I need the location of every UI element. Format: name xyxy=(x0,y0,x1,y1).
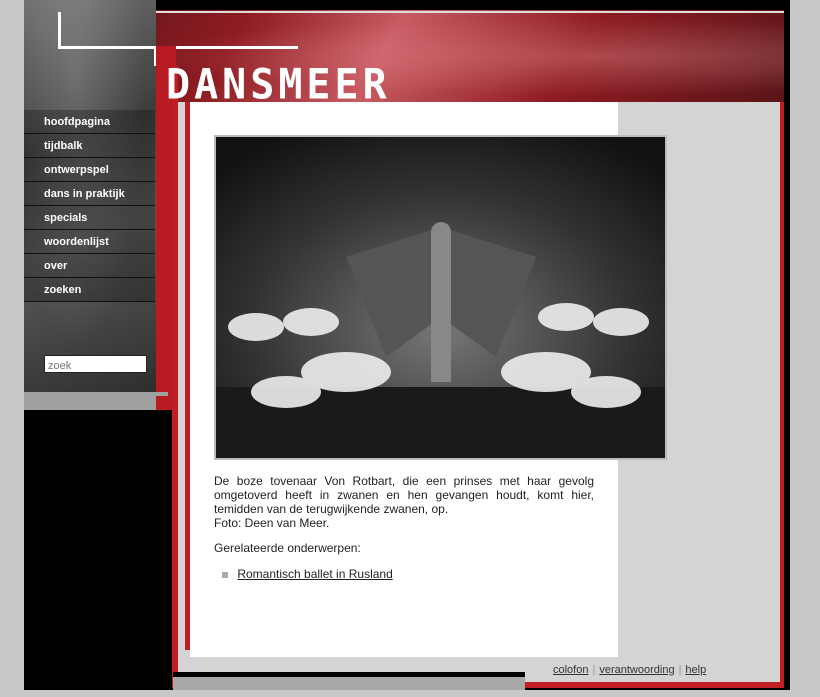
nav-item-zoeken[interactable]: zoeken xyxy=(24,278,155,302)
nav-item-hoofdpagina[interactable]: hoofdpagina xyxy=(24,110,155,134)
decorative-line xyxy=(58,46,298,49)
footer-separator: | xyxy=(678,664,682,676)
footer-separator: | xyxy=(592,664,596,676)
footer-links: colofon | verantwoording | help xyxy=(553,664,706,676)
caption-text: De boze tovenaar Von Rotbart, die een pr… xyxy=(214,474,594,516)
nav-item-woordenlijst[interactable]: woordenlijst xyxy=(24,230,155,254)
sidebar-nav: hoofdpagina tijdbalk ontwerpspel dans in… xyxy=(24,110,155,302)
bottom-strip xyxy=(173,677,525,690)
bullet-icon xyxy=(222,571,228,578)
nav-item-ontwerpspel[interactable]: ontwerpspel xyxy=(24,158,155,182)
footer-link-colofon[interactable]: colofon xyxy=(553,664,588,676)
nav-item-over[interactable]: over xyxy=(24,254,155,278)
footer-link-help[interactable]: help xyxy=(685,664,706,676)
decorative-line xyxy=(58,12,61,48)
nav-item-tijdbalk[interactable]: tijdbalk xyxy=(24,134,155,158)
photo-credit: Foto: Deen van Meer. xyxy=(214,516,330,530)
list-item: Romantisch ballet in Rusland xyxy=(222,567,393,581)
related-heading: Gerelateerde onderwerpen: xyxy=(214,541,361,555)
related-link[interactable]: Romantisch ballet in Rusland xyxy=(237,567,392,581)
footer-link-verantwoording[interactable]: verantwoording xyxy=(599,664,674,676)
header-divider xyxy=(62,11,784,13)
search-input[interactable] xyxy=(45,358,146,374)
search-box xyxy=(44,355,147,374)
related-list: Romantisch ballet in Rusland xyxy=(222,567,393,581)
photo-caption: De boze tovenaar Von Rotbart, die een pr… xyxy=(214,474,594,530)
nav-item-dans-in-praktijk[interactable]: dans in praktijk xyxy=(24,182,155,206)
logo-text: DANSMEER xyxy=(166,60,391,110)
decorative-red-bar xyxy=(185,102,190,650)
sidebar-footer-strip xyxy=(24,392,168,410)
ballet-photo-image xyxy=(216,137,665,458)
ballet-photo xyxy=(214,135,667,460)
nav-item-specials[interactable]: specials xyxy=(24,206,155,230)
site-logo[interactable]: DANSMEER xyxy=(166,60,486,110)
decorative-red-bar xyxy=(172,66,178,672)
